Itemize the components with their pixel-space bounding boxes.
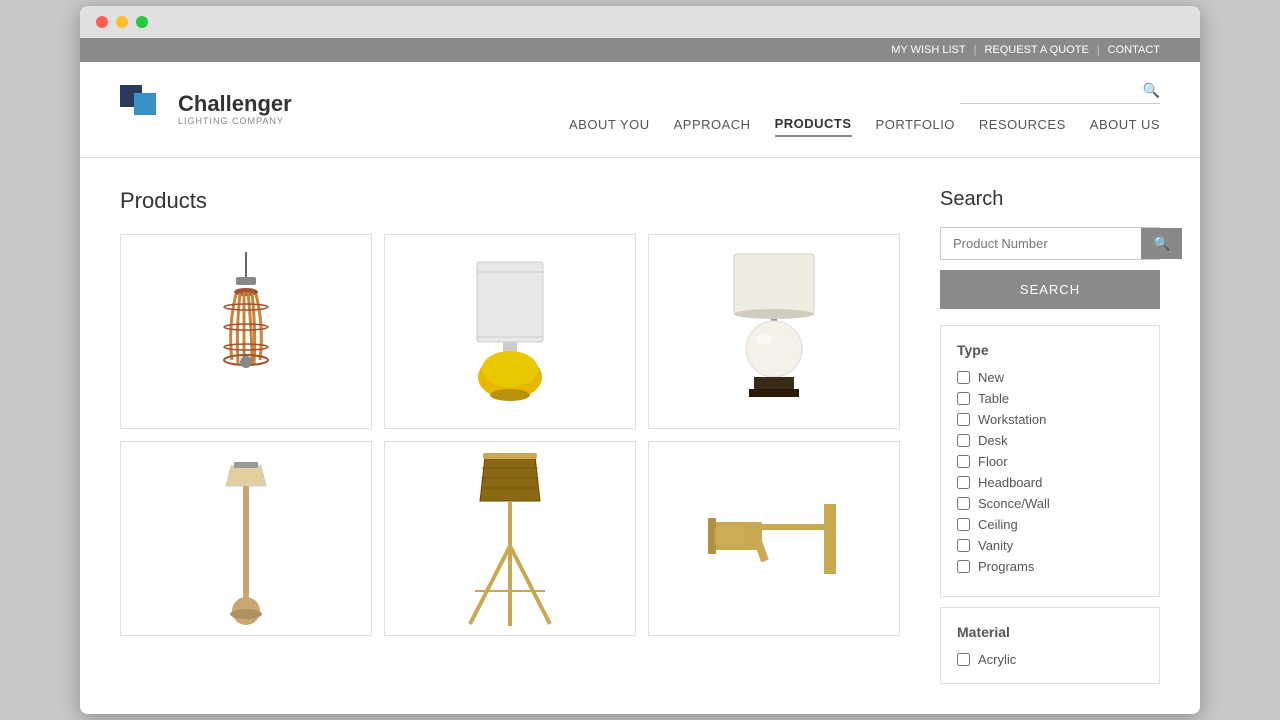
maximize-dot[interactable]: [136, 16, 148, 28]
header-right: 🔍 ABOUT YOU APPROACH PRODUCTS PORTFOLIO …: [569, 82, 1160, 137]
filter-item-workstation: Workstation: [957, 412, 1143, 427]
filter-label-ceiling: Ceiling: [978, 517, 1018, 532]
filter-checkbox-sconce[interactable]: [957, 497, 970, 510]
filter-item-ceiling: Ceiling: [957, 517, 1143, 532]
logo-name: Challenger: [178, 92, 292, 116]
nav-about-us[interactable]: ABOUT US: [1090, 117, 1160, 136]
browser-chrome: [80, 6, 1200, 38]
floor-lamp-svg: [206, 446, 286, 631]
filter-item-desk: Desk: [957, 433, 1143, 448]
filter-label-floor: Floor: [978, 454, 1008, 469]
nav-about-you[interactable]: ABOUT YOU: [569, 117, 650, 136]
minimize-dot[interactable]: [116, 16, 128, 28]
nav-products[interactable]: PRODUCTS: [775, 116, 852, 137]
globe-lamp-svg: [714, 244, 834, 419]
logo-blue-square: [134, 93, 156, 115]
filter-label-new: New: [978, 370, 1004, 385]
filter-checkbox-table[interactable]: [957, 392, 970, 405]
nav-approach[interactable]: APPROACH: [674, 117, 751, 136]
filter-label-programs: Programs: [978, 559, 1034, 574]
nav-portfolio[interactable]: PORTFOLIO: [876, 117, 955, 136]
site-wrapper: MY WISH LIST | REQUEST A QUOTE | CONTACT…: [80, 38, 1200, 714]
filter-item-acrylic: Acrylic: [957, 652, 1143, 667]
filter-label-sconce: Sconce/Wall: [978, 496, 1050, 511]
main-nav: ABOUT YOU APPROACH PRODUCTS PORTFOLIO RE…: [569, 116, 1160, 137]
nav-resources[interactable]: RESOURCES: [979, 117, 1066, 136]
swing-arm-svg: [694, 484, 854, 594]
product-card-table-yellow[interactable]: [384, 234, 636, 429]
product-search-icon-button[interactable]: 🔍: [1141, 228, 1182, 259]
product-card-floor[interactable]: [120, 441, 372, 636]
product-number-input[interactable]: [941, 228, 1141, 259]
header-search-bar[interactable]: 🔍: [960, 82, 1160, 104]
filter-checkbox-vanity[interactable]: [957, 539, 970, 552]
type-filter-title: Type: [957, 342, 1143, 358]
filter-checkbox-desk[interactable]: [957, 434, 970, 447]
filter-checkbox-programs[interactable]: [957, 560, 970, 573]
request-quote-link[interactable]: REQUEST A QUOTE: [984, 44, 1088, 56]
search-button[interactable]: SEARCH: [940, 270, 1160, 309]
product-card-swing[interactable]: [648, 441, 900, 636]
product-card-globe[interactable]: [648, 234, 900, 429]
filter-item-new: New: [957, 370, 1143, 385]
filter-item-vanity: Vanity: [957, 538, 1143, 553]
product-card-pendant[interactable]: [120, 234, 372, 429]
close-dot[interactable]: [96, 16, 108, 28]
filter-item-programs: Programs: [957, 559, 1143, 574]
products-title: Products: [120, 188, 900, 214]
material-filter-section: Material Acrylic: [940, 607, 1160, 684]
separator-1: |: [974, 44, 977, 56]
filter-checkbox-headboard[interactable]: [957, 476, 970, 489]
filter-label-vanity: Vanity: [978, 538, 1013, 553]
product-card-tripod[interactable]: [384, 441, 636, 636]
filter-label-acrylic: Acrylic: [978, 652, 1016, 667]
sidebar: Search 🔍 SEARCH Type New: [940, 188, 1160, 684]
separator-2: |: [1097, 44, 1100, 56]
top-bar: MY WISH LIST | REQUEST A QUOTE | CONTACT: [80, 38, 1200, 62]
header: Challenger LIGHTING COMPANY 🔍 ABOUT YOU …: [80, 62, 1200, 158]
filter-checkbox-acrylic[interactable]: [957, 653, 970, 666]
filter-checkbox-workstation[interactable]: [957, 413, 970, 426]
product-grid: [120, 234, 900, 636]
filter-label-headboard: Headboard: [978, 475, 1042, 490]
logo-box: [120, 85, 170, 135]
filter-label-workstation: Workstation: [978, 412, 1046, 427]
logo-sub: LIGHTING COMPANY: [178, 117, 292, 127]
filter-checkbox-ceiling[interactable]: [957, 518, 970, 531]
products-section: Products: [120, 188, 900, 684]
table-yellow-lamp-svg: [455, 247, 565, 417]
logo-text-area: Challenger LIGHTING COMPANY: [178, 92, 292, 126]
product-search-box[interactable]: 🔍: [940, 227, 1160, 260]
filter-item-floor: Floor: [957, 454, 1143, 469]
tripod-lamp-svg: [450, 446, 570, 631]
filter-checkbox-floor[interactable]: [957, 455, 970, 468]
filter-item-table: Table: [957, 391, 1143, 406]
contact-link[interactable]: CONTACT: [1108, 44, 1160, 56]
main-content: Products: [80, 158, 1200, 714]
header-search-input[interactable]: [960, 83, 1143, 98]
filter-item-sconce: Sconce/Wall: [957, 496, 1143, 511]
browser-window: MY WISH LIST | REQUEST A QUOTE | CONTACT…: [80, 6, 1200, 714]
sidebar-title: Search: [940, 188, 1160, 211]
type-filter-section: Type New Table Workstation: [940, 325, 1160, 597]
filter-checkbox-new[interactable]: [957, 371, 970, 384]
header-search-icon[interactable]: 🔍: [1143, 82, 1160, 99]
search-icon: 🔍: [1153, 235, 1170, 251]
filter-item-headboard: Headboard: [957, 475, 1143, 490]
logo-area: Challenger LIGHTING COMPANY: [120, 85, 292, 135]
filter-label-table: Table: [978, 391, 1009, 406]
my-wish-list-link[interactable]: MY WISH LIST: [891, 44, 965, 56]
filter-label-desk: Desk: [978, 433, 1008, 448]
material-filter-title: Material: [957, 624, 1143, 640]
pendant-lamp-svg: [186, 252, 306, 412]
